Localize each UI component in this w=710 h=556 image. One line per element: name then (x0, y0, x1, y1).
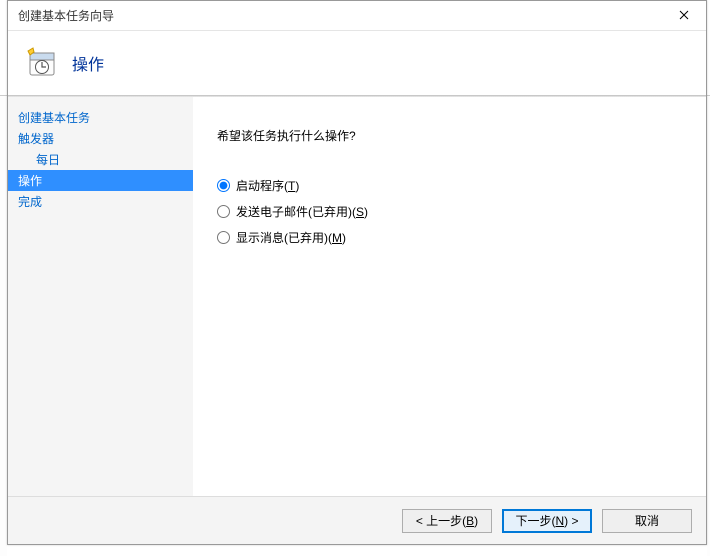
sidebar-item-3[interactable]: 操作 (8, 170, 193, 191)
action-prompt: 希望该任务执行什么操作? (217, 127, 682, 144)
wizard-body: 创建基本任务触发器每日操作完成 希望该任务执行什么操作? 启动程序(T) 发送电子… (8, 97, 706, 496)
back-button[interactable]: < 上一步(B) (402, 509, 492, 533)
window-title: 创建基本任务向导 (18, 7, 662, 24)
radio-label-pre: 启动程序( (236, 179, 288, 193)
close-button[interactable] (662, 1, 706, 30)
radio-label-opt-mail[interactable]: 发送电子邮件(已弃用)(S) (236, 203, 368, 220)
radio-label-key: M (332, 231, 342, 245)
radio-label-opt-msg[interactable]: 显示消息(已弃用)(M) (236, 229, 346, 246)
sidebar-item-2[interactable]: 每日 (8, 149, 193, 170)
radio-label-post: ) (295, 179, 299, 193)
radio-label-pre: 显示消息(已弃用)( (236, 231, 332, 245)
action-option-opt-mail: 发送电子邮件(已弃用)(S) (217, 198, 682, 224)
sidebar-item-label: 每日 (36, 151, 60, 168)
background-strip-left (0, 95, 7, 556)
radio-opt-mail[interactable] (217, 205, 230, 218)
radio-label-opt-run[interactable]: 启动程序(T) (236, 177, 299, 194)
sidebar-item-1[interactable]: 触发器 (8, 128, 193, 149)
wizard-dialog: 创建基本任务向导 操作 创建基本任务触发器每日操作完成 希望该任务执行什么操作?… (7, 0, 707, 545)
cancel-button[interactable]: 取消 (602, 509, 692, 533)
sidebar-item-4[interactable]: 完成 (8, 191, 193, 212)
radio-label-key: S (356, 205, 364, 219)
sidebar-item-label: 操作 (18, 172, 42, 189)
sidebar-item-label: 触发器 (18, 130, 54, 147)
action-options: 启动程序(T)发送电子邮件(已弃用)(S)显示消息(已弃用)(M) (217, 172, 682, 250)
page-heading: 操作 (72, 51, 104, 75)
back-button-post: ) (474, 514, 478, 528)
scheduler-icon (26, 47, 58, 79)
action-option-opt-run: 启动程序(T) (217, 172, 682, 198)
next-button-pre: 下一步( (515, 512, 555, 529)
back-button-key: B (466, 514, 474, 528)
radio-label-post: ) (364, 205, 368, 219)
next-button-post: ) > (564, 514, 578, 528)
radio-label-post: ) (342, 231, 346, 245)
next-button-key: N (555, 514, 564, 528)
sidebar-item-label: 创建基本任务 (18, 109, 90, 126)
close-icon (679, 9, 689, 23)
back-button-pre: < 上一步( (416, 512, 466, 529)
radio-opt-msg[interactable] (217, 231, 230, 244)
wizard-content: 希望该任务执行什么操作? 启动程序(T)发送电子邮件(已弃用)(S)显示消息(已… (193, 97, 706, 496)
cancel-button-label: 取消 (635, 512, 659, 529)
action-option-opt-msg: 显示消息(已弃用)(M) (217, 224, 682, 250)
radio-opt-run[interactable] (217, 179, 230, 192)
next-button[interactable]: 下一步(N) > (502, 509, 592, 533)
sidebar-item-0[interactable]: 创建基本任务 (8, 107, 193, 128)
sidebar-item-label: 完成 (18, 193, 42, 210)
radio-label-pre: 发送电子邮件(已弃用)( (236, 205, 356, 219)
wizard-header: 操作 (8, 31, 706, 95)
button-bar: < 上一步(B) 下一步(N) > 取消 (8, 496, 706, 544)
titlebar: 创建基本任务向导 (8, 1, 706, 31)
wizard-sidebar: 创建基本任务触发器每日操作完成 (8, 97, 193, 496)
